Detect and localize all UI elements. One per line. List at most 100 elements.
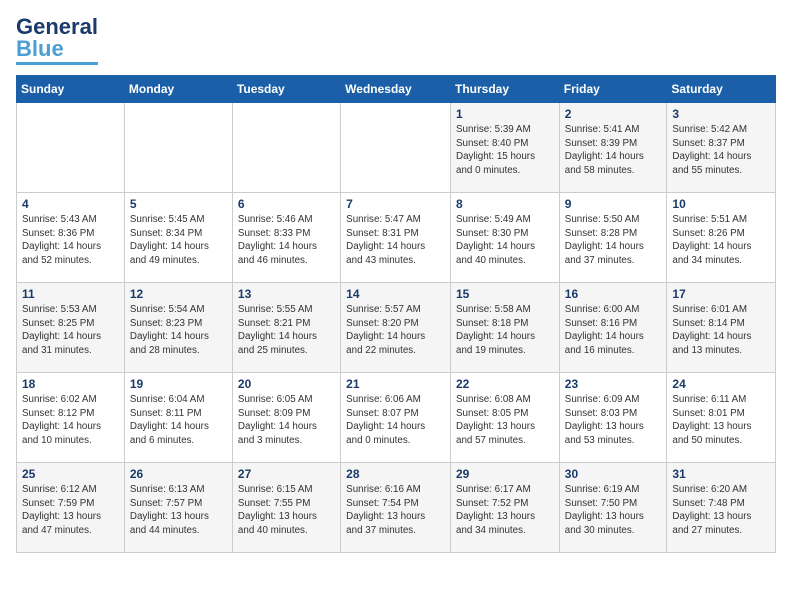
calendar-cell: 1 Sunrise: 5:39 AMSunset: 8:40 PMDaylight… (451, 103, 560, 193)
day-info: Sunrise: 6:13 AMSunset: 7:57 PMDaylight:… (130, 483, 227, 538)
day-info: Sunrise: 5:47 AMSunset: 8:31 PMDaylight:… (346, 213, 445, 268)
calendar-cell: 5 Sunrise: 5:45 AMSunset: 8:34 PMDaylight… (124, 193, 232, 283)
calendar-cell: 22 Sunrise: 6:08 AMSunset: 8:05 PMDayligh… (451, 373, 560, 463)
day-info: Sunrise: 5:58 AMSunset: 8:18 PMDaylight:… (456, 303, 554, 358)
calendar-cell: 26 Sunrise: 6:13 AMSunset: 7:57 PMDayligh… (124, 463, 232, 553)
day-info: Sunrise: 6:17 AMSunset: 7:52 PMDaylight:… (456, 483, 554, 538)
day-number: 24 (672, 377, 770, 391)
day-info: Sunrise: 6:16 AMSunset: 7:54 PMDaylight:… (346, 483, 445, 538)
calendar-week-row: 1 Sunrise: 5:39 AMSunset: 8:40 PMDaylight… (17, 103, 776, 193)
day-info: Sunrise: 6:11 AMSunset: 8:01 PMDaylight:… (672, 393, 770, 448)
day-info: Sunrise: 5:39 AMSunset: 8:40 PMDaylight:… (456, 123, 554, 178)
day-number: 31 (672, 467, 770, 481)
day-number: 3 (672, 107, 770, 121)
day-info: Sunrise: 5:54 AMSunset: 8:23 PMDaylight:… (130, 303, 227, 358)
calendar-cell: 18 Sunrise: 6:02 AMSunset: 8:12 PMDayligh… (17, 373, 125, 463)
calendar-cell: 8 Sunrise: 5:49 AMSunset: 8:30 PMDaylight… (451, 193, 560, 283)
day-number: 18 (22, 377, 119, 391)
day-number: 11 (22, 287, 119, 301)
day-of-week-friday: Friday (559, 76, 667, 103)
day-of-week-saturday: Saturday (667, 76, 776, 103)
calendar-cell (232, 103, 340, 193)
day-of-week-wednesday: Wednesday (341, 76, 451, 103)
day-number: 1 (456, 107, 554, 121)
calendar-cell: 7 Sunrise: 5:47 AMSunset: 8:31 PMDaylight… (341, 193, 451, 283)
day-number: 7 (346, 197, 445, 211)
day-of-week-tuesday: Tuesday (232, 76, 340, 103)
day-info: Sunrise: 6:08 AMSunset: 8:05 PMDaylight:… (456, 393, 554, 448)
day-info: Sunrise: 5:46 AMSunset: 8:33 PMDaylight:… (238, 213, 335, 268)
day-number: 26 (130, 467, 227, 481)
logo-blue: Blue (16, 36, 64, 61)
calendar-cell: 13 Sunrise: 5:55 AMSunset: 8:21 PMDayligh… (232, 283, 340, 373)
calendar-cell (17, 103, 125, 193)
day-info: Sunrise: 6:04 AMSunset: 8:11 PMDaylight:… (130, 393, 227, 448)
calendar-cell: 25Sunrise: 6:12 AMSunset: 7:59 PMDayligh… (17, 463, 125, 553)
day-info: Sunrise: 6:06 AMSunset: 8:07 PMDaylight:… (346, 393, 445, 448)
day-number: 5 (130, 197, 227, 211)
day-number: 29 (456, 467, 554, 481)
calendar-week-row: 11Sunrise: 5:53 AMSunset: 8:25 PMDayligh… (17, 283, 776, 373)
day-number: 27 (238, 467, 335, 481)
calendar-cell: 28Sunrise: 6:16 AMSunset: 7:54 PMDayligh… (341, 463, 451, 553)
day-info: Sunrise: 5:51 AMSunset: 8:26 PMDaylight:… (672, 213, 770, 268)
day-number: 23 (565, 377, 662, 391)
day-info: Sunrise: 6:05 AMSunset: 8:09 PMDaylight:… (238, 393, 335, 448)
day-number: 22 (456, 377, 554, 391)
day-number: 16 (565, 287, 662, 301)
day-info: Sunrise: 6:15 AMSunset: 7:55 PMDaylight:… (238, 483, 335, 538)
logo-underline (16, 62, 98, 65)
calendar-cell: 19 Sunrise: 6:04 AMSunset: 8:11 PMDayligh… (124, 373, 232, 463)
day-info: Sunrise: 5:45 AMSunset: 8:34 PMDaylight:… (130, 213, 227, 268)
day-number: 21 (346, 377, 445, 391)
day-info: Sunrise: 6:09 AMSunset: 8:03 PMDaylight:… (565, 393, 662, 448)
calendar-week-row: 25Sunrise: 6:12 AMSunset: 7:59 PMDayligh… (17, 463, 776, 553)
calendar-week-row: 18 Sunrise: 6:02 AMSunset: 8:12 PMDayligh… (17, 373, 776, 463)
calendar-cell: 9 Sunrise: 5:50 AMSunset: 8:28 PMDaylight… (559, 193, 667, 283)
day-info: Sunrise: 5:49 AMSunset: 8:30 PMDaylight:… (456, 213, 554, 268)
calendar-cell: 16Sunrise: 6:00 AMSunset: 8:16 PMDayligh… (559, 283, 667, 373)
page-header: GeneralBlue (16, 16, 776, 65)
day-info: Sunrise: 6:20 AMSunset: 7:48 PMDaylight:… (672, 483, 770, 538)
calendar-cell: 2Sunrise: 5:41 AMSunset: 8:39 PMDaylight… (559, 103, 667, 193)
day-number: 19 (130, 377, 227, 391)
logo: GeneralBlue (16, 16, 98, 65)
day-number: 13 (238, 287, 335, 301)
calendar-cell: 29 Sunrise: 6:17 AMSunset: 7:52 PMDayligh… (451, 463, 560, 553)
day-of-week-thursday: Thursday (451, 76, 560, 103)
day-info: Sunrise: 6:19 AMSunset: 7:50 PMDaylight:… (565, 483, 662, 538)
day-number: 10 (672, 197, 770, 211)
calendar-week-row: 4Sunrise: 5:43 AMSunset: 8:36 PMDaylight… (17, 193, 776, 283)
day-number: 20 (238, 377, 335, 391)
calendar-cell: 14 Sunrise: 5:57 AMSunset: 8:20 PMDayligh… (341, 283, 451, 373)
day-number: 8 (456, 197, 554, 211)
calendar-cell: 11Sunrise: 5:53 AMSunset: 8:25 PMDayligh… (17, 283, 125, 373)
day-number: 30 (565, 467, 662, 481)
calendar-cell: 17 Sunrise: 6:01 AMSunset: 8:14 PMDayligh… (667, 283, 776, 373)
day-info: Sunrise: 5:57 AMSunset: 8:20 PMDaylight:… (346, 303, 445, 358)
day-number: 14 (346, 287, 445, 301)
day-number: 15 (456, 287, 554, 301)
calendar-cell (341, 103, 451, 193)
day-info: Sunrise: 6:01 AMSunset: 8:14 PMDaylight:… (672, 303, 770, 358)
day-info: Sunrise: 5:50 AMSunset: 8:28 PMDaylight:… (565, 213, 662, 268)
day-of-week-sunday: Sunday (17, 76, 125, 103)
day-info: Sunrise: 5:42 AMSunset: 8:37 PMDaylight:… (672, 123, 770, 178)
day-info: Sunrise: 5:43 AMSunset: 8:36 PMDaylight:… (22, 213, 119, 268)
day-number: 17 (672, 287, 770, 301)
day-number: 9 (565, 197, 662, 211)
calendar-cell: 4Sunrise: 5:43 AMSunset: 8:36 PMDaylight… (17, 193, 125, 283)
day-info: Sunrise: 6:02 AMSunset: 8:12 PMDaylight:… (22, 393, 119, 448)
day-number: 2 (565, 107, 662, 121)
day-info: Sunrise: 6:12 AMSunset: 7:59 PMDaylight:… (22, 483, 119, 538)
calendar-table: SundayMondayTuesdayWednesdayThursdayFrid… (16, 75, 776, 553)
calendar-cell: 24 Sunrise: 6:11 AMSunset: 8:01 PMDayligh… (667, 373, 776, 463)
logo-text: GeneralBlue (16, 16, 98, 60)
calendar-cell (124, 103, 232, 193)
calendar-cell: 27 Sunrise: 6:15 AMSunset: 7:55 PMDayligh… (232, 463, 340, 553)
day-number: 12 (130, 287, 227, 301)
day-of-week-monday: Monday (124, 76, 232, 103)
calendar-cell: 15 Sunrise: 5:58 AMSunset: 8:18 PMDayligh… (451, 283, 560, 373)
day-info: Sunrise: 5:55 AMSunset: 8:21 PMDaylight:… (238, 303, 335, 358)
calendar-cell: 6Sunrise: 5:46 AMSunset: 8:33 PMDaylight… (232, 193, 340, 283)
